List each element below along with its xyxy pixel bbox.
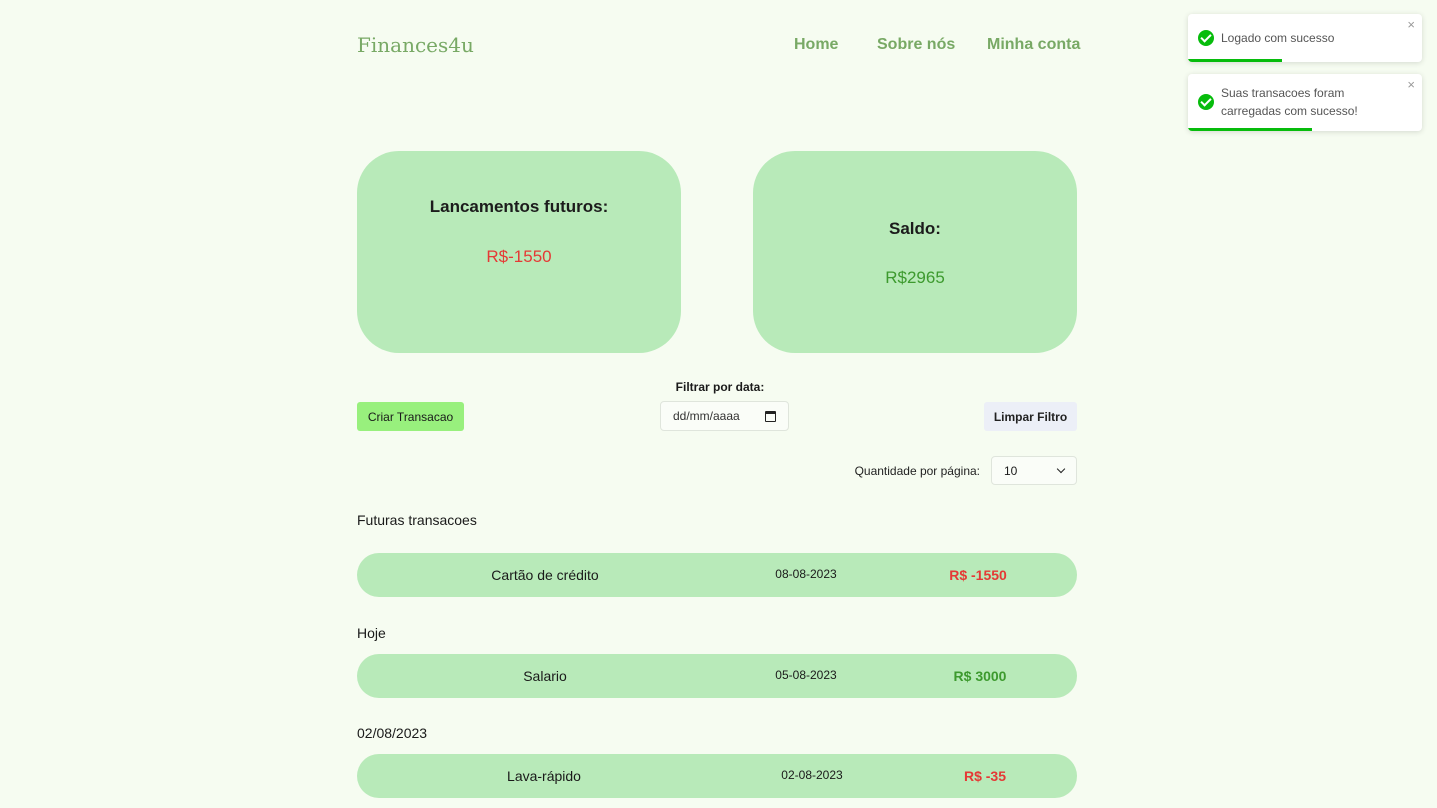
section-title-hoje: Hoje: [357, 625, 386, 641]
date-placeholder: dd/mm/aaaa: [673, 409, 740, 423]
transaction-row[interactable]: Salario 05-08-2023 R$ 3000: [357, 654, 1077, 698]
toast-transactions-loaded[interactable]: Suas transacoes foram carregadas com suc…: [1188, 74, 1422, 131]
limpar-filtro-button[interactable]: Limpar Filtro: [984, 402, 1077, 431]
transaction-row[interactable]: Lava-rápido 02-08-2023 R$ -35: [357, 754, 1077, 798]
transaction-name: Lava-rápido: [507, 768, 581, 784]
calendar-icon[interactable]: [765, 410, 776, 422]
close-icon[interactable]: ×: [1407, 77, 1415, 92]
filter-date-label: Filtrar por data:: [675, 380, 765, 394]
toast-login-success[interactable]: Logado com sucesso ×: [1188, 14, 1422, 62]
nav-minha-conta[interactable]: Minha conta: [987, 36, 1080, 54]
transaction-value: R$ -1550: [949, 567, 1007, 583]
chevron-down-icon: [1056, 464, 1066, 474]
transaction-date: 08-08-2023: [775, 567, 837, 581]
card-saldo-value: R$2965: [885, 268, 945, 287]
toast-message: Suas transacoes foram carregadas com suc…: [1221, 86, 1358, 118]
card-saldo: Saldo: R$2965: [753, 151, 1077, 353]
qty-per-page-label: Quantidade por página:: [854, 464, 980, 478]
qty-per-page-select[interactable]: 10: [991, 456, 1077, 485]
transaction-value: R$ 3000: [953, 668, 1007, 684]
transaction-date: 05-08-2023: [775, 668, 837, 682]
toast-message: Logado com sucesso: [1221, 31, 1335, 45]
transaction-date: 02-08-2023: [781, 768, 843, 782]
toast-progress-bar: [1188, 128, 1313, 131]
transaction-value: R$ -35: [963, 768, 1007, 784]
card-lancamentos-futuros: Lancamentos futuros: R$-1550: [357, 151, 681, 353]
section-title-date: 02/08/2023: [357, 725, 428, 741]
card-futuros-value: R$-1550: [486, 247, 552, 266]
nav-sobre-nos[interactable]: Sobre nós: [877, 36, 955, 54]
date-filter-input[interactable]: dd/mm/aaaa: [660, 401, 789, 431]
check-circle-icon: [1198, 30, 1214, 46]
toast-progress-bar: [1188, 59, 1282, 62]
close-icon[interactable]: ×: [1407, 17, 1415, 32]
transaction-name: Cartão de crédito: [491, 567, 599, 583]
card-futuros-title: Lancamentos futuros:: [429, 197, 609, 216]
transaction-row[interactable]: Cartão de crédito 08-08-2023 R$ -1550: [357, 553, 1077, 597]
transaction-name: Salario: [523, 668, 567, 684]
section-title-futuras: Futuras transacoes: [357, 512, 477, 528]
criar-transacao-button[interactable]: Criar Transacao: [357, 402, 464, 431]
qty-value: 10: [1004, 463, 1018, 478]
check-circle-icon: [1198, 94, 1214, 110]
brand-logo[interactable]: Finances4u: [357, 33, 474, 57]
card-saldo-title: Saldo:: [889, 219, 941, 238]
nav-home[interactable]: Home: [794, 36, 838, 54]
